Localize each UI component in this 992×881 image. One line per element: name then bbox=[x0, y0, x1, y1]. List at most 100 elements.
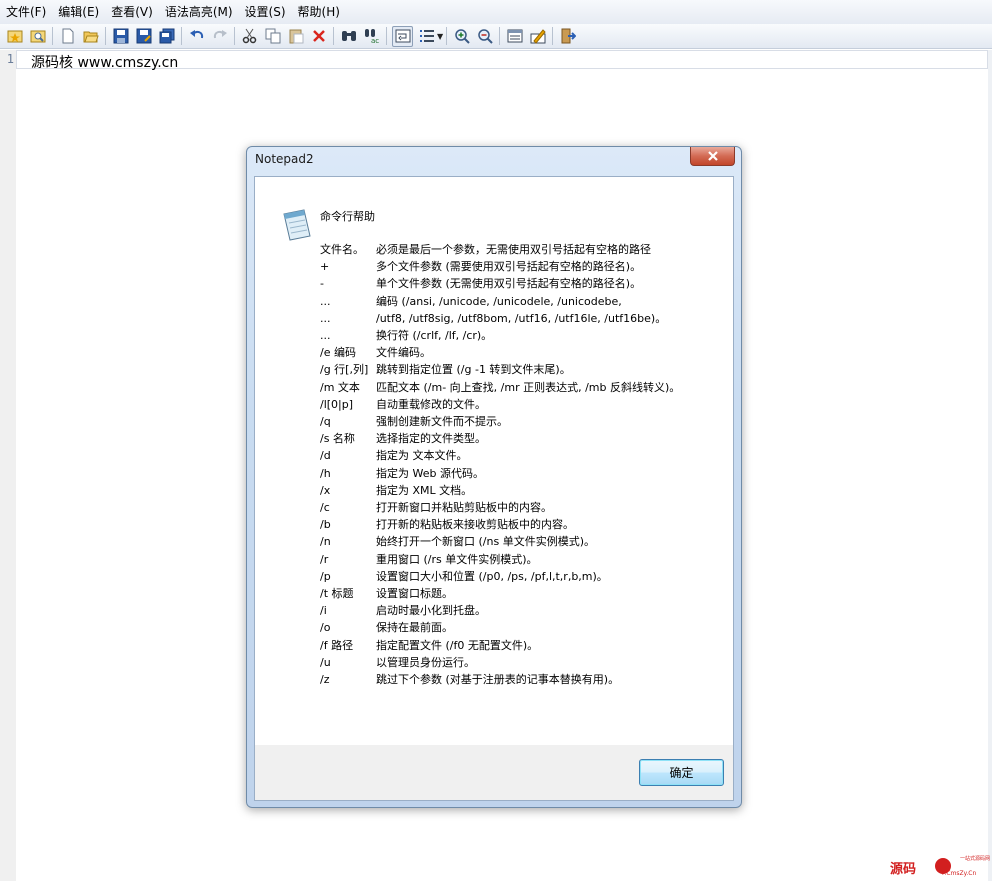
help-option: /t 标题 bbox=[320, 587, 354, 601]
help-list: 文件名。 必须是最后一个参数，无需使用双引号括起有空格的路径 + 多个文件参数 (需要… bbox=[320, 241, 710, 688]
help-option: /l[0|p] bbox=[320, 397, 354, 411]
help-description: 编码 (/ansi, /unicode, /unicodele, /unicod… bbox=[376, 294, 622, 308]
help-description: 强制创建新文件而不提示。 bbox=[376, 415, 508, 429]
help-row: /o 保持在最前面。 bbox=[320, 619, 710, 636]
toolbar-separator bbox=[181, 27, 182, 45]
help-description: 跳过下个参数 (对基于注册表的记事本替换有用)。 bbox=[376, 673, 620, 687]
help-description: 启动时最小化到托盘。 bbox=[376, 604, 486, 618]
help-row: /u 以管理员身份运行。 bbox=[320, 654, 710, 671]
new-file-icon[interactable] bbox=[58, 27, 77, 46]
menu-syntax[interactable]: 语法高亮(M) bbox=[159, 0, 239, 24]
help-row: /e 编码 文件编码。 bbox=[320, 344, 710, 361]
editor-text[interactable]: 源码核 www.cmszy.cn bbox=[31, 52, 178, 72]
help-option: - bbox=[320, 277, 324, 291]
help-option: /q bbox=[320, 415, 331, 429]
toolbar-separator bbox=[552, 27, 554, 45]
open-file-icon[interactable] bbox=[81, 27, 100, 46]
zoom-in-icon[interactable] bbox=[452, 27, 471, 46]
help-description: 设置窗口大小和位置 (/p0, /ps, /pf,l,t,r,b,m)。 bbox=[376, 569, 608, 583]
line-number: 1 bbox=[6, 52, 14, 66]
help-option: /m 文本 bbox=[320, 380, 360, 394]
menu-settings[interactable]: 设置(S) bbox=[239, 0, 292, 24]
menu-file[interactable]: 文件(F) bbox=[0, 0, 52, 24]
help-option: /x bbox=[320, 483, 331, 497]
paste-icon[interactable] bbox=[286, 27, 305, 46]
toolbar-separator bbox=[105, 27, 106, 45]
help-description: 打开新窗口并粘贴剪贴板中的内容。 bbox=[376, 501, 552, 515]
help-row: /x 指定为 XML 文档。 bbox=[320, 482, 710, 499]
help-option: /r bbox=[320, 552, 329, 566]
help-row: /f 路径 指定配置文件 (/f0 无配置文件)。 bbox=[320, 637, 710, 654]
help-option: ... bbox=[320, 294, 331, 308]
help-description: 必须是最后一个参数，无需使用双引号括起有空格的路径 bbox=[376, 243, 651, 256]
help-option: + bbox=[320, 260, 330, 274]
browse-icon[interactable] bbox=[28, 27, 47, 46]
zoom-out-icon[interactable] bbox=[475, 27, 494, 46]
help-description: 指定为 Web 源代码。 bbox=[376, 466, 484, 480]
menu-help[interactable]: 帮助(H) bbox=[292, 0, 346, 24]
help-row: /c 打开新窗口并粘贴剪贴板中的内容。 bbox=[320, 499, 710, 516]
scheme-config-icon[interactable] bbox=[528, 27, 547, 46]
toolbar: ac ▼ bbox=[0, 24, 992, 49]
help-row: + 多个文件参数 (需要使用双引号括起有空格的路径名)。 bbox=[320, 258, 710, 275]
help-description: 多个文件参数 (需要使用双引号括起有空格的路径名)。 bbox=[376, 260, 642, 274]
help-row: /l[0|p] 自动重载修改的文件。 bbox=[320, 396, 710, 413]
toolbar-separator bbox=[386, 27, 387, 45]
exit-icon[interactable] bbox=[558, 27, 577, 46]
help-option: /c bbox=[320, 501, 330, 515]
find-icon[interactable] bbox=[339, 27, 358, 46]
dialog-content-panel: 命令行帮助 文件名。 必须是最后一个参数，无需使用双引号括起有空格的路径 + 多个文件… bbox=[255, 177, 733, 745]
help-description: 文件编码。 bbox=[376, 346, 431, 360]
help-description: 打开新的粘贴板来接收剪贴板中的内容。 bbox=[376, 518, 574, 532]
help-option: /z bbox=[320, 673, 330, 687]
help-description: 指定配置文件 (/f0 无配置文件)。 bbox=[376, 638, 539, 652]
help-row: ... 换行符 (/crlf, /lf, /cr)。 bbox=[320, 327, 710, 344]
replace-icon[interactable]: ac bbox=[362, 27, 381, 46]
new-window-icon[interactable] bbox=[5, 27, 24, 46]
word-wrap-icon[interactable] bbox=[392, 25, 413, 47]
help-row: /q 强制创建新文件而不提示。 bbox=[320, 413, 710, 430]
dialog-heading: 命令行帮助 bbox=[320, 210, 375, 223]
delete-icon[interactable] bbox=[309, 27, 328, 46]
help-description: 指定为 文本文件。 bbox=[376, 449, 468, 463]
dialog-body: 命令行帮助 文件名。 必须是最后一个参数，无需使用双引号括起有空格的路径 + 多个文件… bbox=[254, 176, 734, 801]
scheme-icon[interactable] bbox=[505, 27, 524, 46]
save-copy-icon[interactable] bbox=[157, 27, 176, 46]
notepad-icon bbox=[280, 208, 314, 245]
help-option: ... bbox=[320, 311, 331, 325]
help-row: /h 指定为 Web 源代码。 bbox=[320, 465, 710, 482]
help-description: 始终打开一个新窗口 (/ns 单文件实例模式)。 bbox=[376, 535, 595, 549]
help-description: 设置窗口标题。 bbox=[376, 587, 453, 601]
help-row: ... /utf8, /utf8sig, /utf8bom, /utf16, /u… bbox=[320, 310, 710, 327]
help-row: /m 文本 匹配文本 (/m- 向上查找, /mr 正则表达式, /mb 反斜线转… bbox=[320, 379, 710, 396]
copy-icon[interactable] bbox=[263, 27, 282, 46]
help-option: /g 行[,列] bbox=[320, 363, 369, 377]
help-row: /n 始终打开一个新窗口 (/ns 单文件实例模式)。 bbox=[320, 533, 710, 550]
toolbar-separator bbox=[446, 27, 448, 45]
menu-bar: 文件(F) 编辑(E) 查看(V) 语法高亮(M) 设置(S) 帮助(H) bbox=[0, 0, 992, 24]
line-number-gutter bbox=[0, 50, 16, 881]
undo-icon[interactable] bbox=[187, 27, 206, 46]
help-option: /p bbox=[320, 569, 331, 583]
help-description: 自动重载修改的文件。 bbox=[376, 397, 486, 411]
save-as-icon[interactable] bbox=[134, 27, 153, 46]
help-description: 以管理员身份运行。 bbox=[376, 655, 475, 669]
chevron-down-icon[interactable]: ▼ bbox=[437, 32, 443, 41]
help-option: /h bbox=[320, 466, 331, 480]
line-numbers-icon[interactable] bbox=[417, 27, 436, 46]
ok-button[interactable]: 确定 bbox=[639, 759, 724, 786]
dialog-title: Notepad2 bbox=[255, 152, 314, 166]
help-description: 换行符 (/crlf, /lf, /cr)。 bbox=[376, 329, 493, 343]
help-option: /b bbox=[320, 518, 331, 532]
menu-view[interactable]: 查看(V) bbox=[105, 0, 159, 24]
help-dialog: Notepad2 命令行帮助 文件名。 必须是最后一个参数，无需使用双引号括起有空… bbox=[246, 146, 742, 808]
help-row: /z 跳过下个参数 (对基于注册表的记事本替换有用)。 bbox=[320, 671, 710, 688]
help-option: /d bbox=[320, 449, 331, 463]
cut-icon[interactable] bbox=[240, 27, 259, 46]
help-row: 文件名。 必须是最后一个参数，无需使用双引号括起有空格的路径 bbox=[320, 241, 710, 258]
save-icon[interactable] bbox=[111, 27, 130, 46]
close-button[interactable] bbox=[690, 147, 735, 166]
menu-edit[interactable]: 编辑(E) bbox=[52, 0, 105, 24]
redo-icon[interactable] bbox=[210, 27, 229, 46]
help-row: /s 名称 选择指定的文件类型。 bbox=[320, 430, 710, 447]
